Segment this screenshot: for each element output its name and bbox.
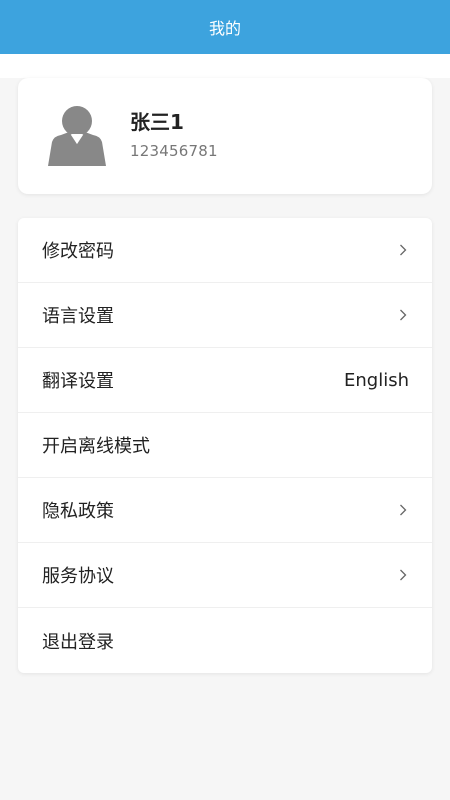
translation-value: English [344, 369, 409, 391]
top-header: 我的 [0, 0, 450, 54]
menu-item-label: 语言设置 [42, 306, 114, 327]
menu-item-privacy-policy[interactable]: 隐私政策 [18, 478, 432, 543]
menu-item-label: 服务协议 [42, 566, 114, 587]
menu-item-label: 隐私政策 [42, 501, 114, 522]
page-title: 我的 [208, 19, 241, 38]
user-avatar-icon[interactable] [48, 104, 106, 166]
chevron-right-icon [398, 568, 408, 582]
profile-name: 张三1 [130, 110, 184, 134]
chevron-right-icon [398, 503, 408, 517]
menu-item-service-agreement[interactable]: 服务协议 [18, 543, 432, 608]
menu-item-change-password[interactable]: 修改密码 [18, 218, 432, 283]
menu-item-offline-mode[interactable]: 开启离线模式 [18, 413, 432, 478]
header-spacer [0, 54, 450, 78]
menu-item-translation-settings[interactable]: 翻译设置 English [18, 348, 432, 413]
menu-item-label: 退出登录 [42, 631, 114, 653]
menu-item-label: 开启离线模式 [42, 436, 150, 457]
profile-card[interactable]: 张三1 123456781 [18, 78, 432, 194]
menu-item-language-settings[interactable]: 语言设置 [18, 283, 432, 348]
chevron-right-icon [398, 243, 408, 257]
settings-menu: 修改密码 语言设置 翻译设置 English 开启离线模式 隐私政策 服务协议 … [18, 218, 432, 673]
chevron-right-icon [398, 308, 408, 322]
menu-item-label: 翻译设置 [42, 371, 114, 392]
menu-item-logout[interactable]: 退出登录 [18, 608, 432, 673]
menu-item-label: 修改密码 [42, 241, 114, 262]
profile-id: 123456781 [130, 142, 218, 160]
